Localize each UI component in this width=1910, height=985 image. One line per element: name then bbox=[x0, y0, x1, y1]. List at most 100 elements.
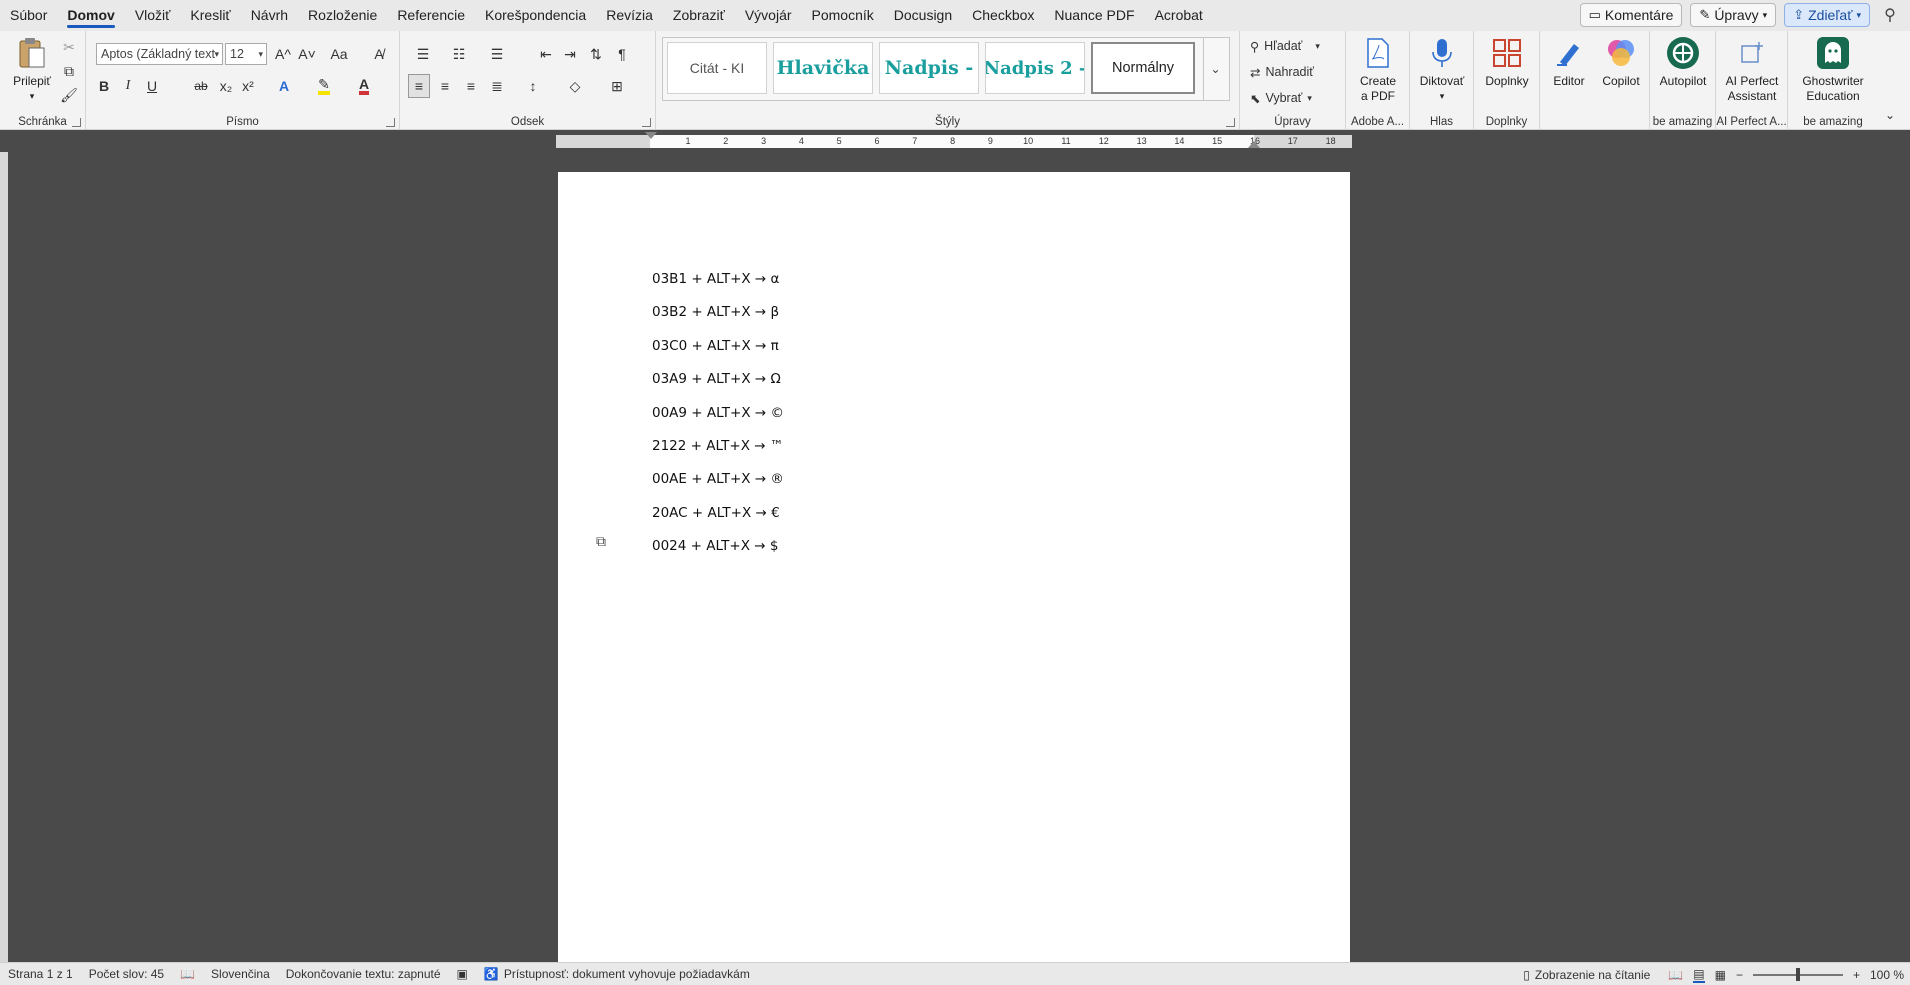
change-case-button[interactable]: Aa bbox=[324, 42, 354, 66]
edits-button[interactable]: ✎ Úpravy ▾ bbox=[1690, 3, 1777, 27]
align-left-icon[interactable]: ≡ bbox=[408, 74, 430, 98]
font-size-combo[interactable]: 12 ▾ bbox=[225, 43, 267, 65]
read-mode-icon[interactable]: 📖 bbox=[1668, 968, 1683, 982]
menu-item-0[interactable]: Súbor bbox=[0, 0, 57, 31]
menu-item-5[interactable]: Rozloženie bbox=[298, 0, 387, 31]
word-count[interactable]: Počet slov: 45 bbox=[81, 967, 172, 981]
addins-button[interactable]: Doplnky bbox=[1479, 35, 1535, 89]
menu-item-10[interactable]: Vývojár bbox=[735, 0, 802, 31]
menu-item-8[interactable]: Revízia bbox=[596, 0, 663, 31]
zoom-out-icon[interactable]: − bbox=[1736, 968, 1743, 982]
menu-item-11[interactable]: Pomocník bbox=[802, 0, 884, 31]
right-indent-marker-icon[interactable] bbox=[1248, 141, 1260, 148]
superscript-button[interactable]: x² bbox=[238, 74, 258, 98]
ai-perfect-button[interactable]: AI Perfect Assistant bbox=[1720, 35, 1784, 104]
menu-item-6[interactable]: Referencie bbox=[387, 0, 475, 31]
paragraph-options-icon[interactable]: ⧉ bbox=[596, 533, 606, 550]
style-tile-quote[interactable]: Citát - KI bbox=[667, 42, 767, 94]
shrink-font-button[interactable]: A˅ bbox=[296, 42, 318, 66]
strikethrough-button[interactable]: ab bbox=[190, 74, 212, 98]
highlight-color-icon[interactable]: ✎ bbox=[312, 74, 336, 98]
indent-marker-icon[interactable] bbox=[645, 132, 657, 139]
dictate-button[interactable]: Diktovať ▾ bbox=[1414, 35, 1470, 104]
multilevel-list-icon[interactable]: ☰ bbox=[482, 42, 512, 66]
paragraph-launcher-icon[interactable] bbox=[642, 118, 651, 127]
underline-button[interactable]: U bbox=[142, 74, 162, 98]
comments-button[interactable]: ▭ Komentáre bbox=[1579, 3, 1683, 27]
text-predictions[interactable]: Dokončovanie textu: zapnuté bbox=[278, 967, 449, 981]
align-center-icon[interactable]: ≡ bbox=[434, 74, 456, 98]
horizontal-ruler[interactable]: 1 2 3 4 5 6 7 8 9 10 11 12 13 14 15 16 17 18 bbox=[556, 132, 1352, 148]
font-launcher-icon[interactable] bbox=[386, 118, 395, 127]
menu-item-7[interactable]: Korešpondencia bbox=[475, 0, 596, 31]
copy-icon[interactable]: ⧉ bbox=[60, 59, 78, 83]
borders-icon[interactable]: ⊞ bbox=[602, 74, 632, 98]
zoom-level[interactable]: 100 % bbox=[1870, 968, 1904, 982]
grow-font-button[interactable]: A^ bbox=[272, 42, 294, 66]
paste-button[interactable]: Prilepiť ▾ bbox=[8, 35, 56, 104]
font-color-icon[interactable]: A bbox=[352, 74, 376, 98]
document-line[interactable]: 03C0 + ALT+X → π bbox=[652, 338, 779, 354]
sort-icon[interactable]: ⇅ bbox=[586, 42, 606, 66]
zoom-slider[interactable] bbox=[1752, 967, 1843, 981]
zoom-in-icon[interactable]: + bbox=[1853, 968, 1860, 982]
proofing-icon[interactable]: 📖 bbox=[172, 967, 203, 981]
page-count[interactable]: Strana 1 z 1 bbox=[0, 967, 81, 981]
web-layout-icon[interactable]: ▦ bbox=[1715, 968, 1726, 982]
style-tile-heading2[interactable]: Nadpis 2 - bbox=[985, 42, 1085, 94]
show-formatting-icon[interactable]: ¶ bbox=[612, 42, 632, 66]
replace-button[interactable]: ⇄ Nahradiť bbox=[1250, 60, 1340, 84]
editor-button[interactable]: Editor bbox=[1544, 35, 1594, 89]
menu-item-13[interactable]: Checkbox bbox=[962, 0, 1044, 31]
ghostwriter-button[interactable]: Ghostwriter Education bbox=[1796, 35, 1870, 104]
document-line[interactable]: 03B2 + ALT+X → β bbox=[652, 304, 779, 320]
clear-formatting-icon[interactable]: A̸ bbox=[368, 42, 390, 66]
document-line[interactable]: 2122 + ALT+X → ™ bbox=[652, 438, 783, 454]
collapse-ribbon-icon[interactable]: ⌄ bbox=[1880, 103, 1900, 127]
align-right-icon[interactable]: ≡ bbox=[460, 74, 482, 98]
document-line[interactable]: 00AE + ALT+X → ® bbox=[652, 471, 784, 487]
menu-item-4[interactable]: Návrh bbox=[241, 0, 298, 31]
format-painter-icon[interactable]: 🖌 bbox=[60, 83, 78, 107]
share-button[interactable]: ⇪ Zdieľať ▾ bbox=[1784, 3, 1870, 27]
style-tile-header[interactable]: Hlavička bbox=[773, 42, 873, 94]
vertical-ruler[interactable] bbox=[0, 152, 8, 962]
justify-icon[interactable]: ≣ bbox=[486, 74, 508, 98]
menu-item-15[interactable]: Acrobat bbox=[1145, 0, 1213, 31]
document-line[interactable]: 20AC + ALT+X → € bbox=[652, 505, 780, 521]
find-button[interactable]: ⚲ Hľadať ▾ bbox=[1250, 34, 1340, 58]
create-pdf-button[interactable]: Create a PDF bbox=[1350, 35, 1406, 104]
text-effects-icon[interactable]: A bbox=[272, 74, 296, 98]
style-tile-heading1[interactable]: Nadpis - bbox=[879, 42, 979, 94]
autopilot-button[interactable]: Autopilot bbox=[1653, 35, 1713, 89]
decrease-indent-icon[interactable]: ⇤ bbox=[536, 42, 556, 66]
cut-icon[interactable]: ✂ bbox=[60, 35, 78, 59]
reading-mode-button[interactable]: ▯ Zobrazenie na čítanie bbox=[1515, 968, 1658, 982]
copilot-button[interactable]: Copilot bbox=[1596, 35, 1646, 89]
bold-button[interactable]: B bbox=[94, 74, 114, 98]
menu-item-2[interactable]: Vložiť bbox=[125, 0, 181, 31]
print-layout-icon[interactable]: ▤ bbox=[1693, 967, 1705, 983]
style-tile-normal[interactable]: Normálny bbox=[1091, 42, 1195, 94]
accessibility-status[interactable]: ♿ Prístupnosť: dokument vyhovuje požiada… bbox=[476, 967, 758, 981]
shading-icon[interactable]: ◇ bbox=[560, 74, 590, 98]
styles-launcher-icon[interactable] bbox=[1226, 118, 1235, 127]
language[interactable]: Slovenčina bbox=[203, 967, 278, 981]
line-spacing-icon[interactable]: ↕ bbox=[518, 74, 548, 98]
styles-more-icon[interactable]: ⌄ bbox=[1203, 37, 1227, 101]
bullets-icon[interactable]: ☰ bbox=[408, 42, 438, 66]
menu-item-3[interactable]: Kresliť bbox=[180, 0, 240, 31]
document-line[interactable]: 00A9 + ALT+X → © bbox=[652, 405, 784, 421]
menu-item-9[interactable]: Zobraziť bbox=[663, 0, 735, 31]
clipboard-launcher-icon[interactable] bbox=[72, 118, 81, 127]
menu-item-12[interactable]: Docusign bbox=[884, 0, 962, 31]
document-line[interactable]: 03A9 + ALT+X → Ω bbox=[652, 371, 781, 387]
menu-item-1[interactable]: Domov bbox=[57, 0, 124, 31]
increase-indent-icon[interactable]: ⇥ bbox=[560, 42, 580, 66]
focus-icon[interactable]: ▣ bbox=[449, 967, 476, 981]
document-line[interactable]: 03B1 + ALT+X → α bbox=[652, 271, 779, 287]
document-line[interactable]: 0024 + ALT+X → $ bbox=[652, 538, 778, 554]
menu-item-14[interactable]: Nuance PDF bbox=[1044, 0, 1144, 31]
zoom-slider-thumb[interactable] bbox=[1795, 967, 1800, 981]
italic-button[interactable]: I bbox=[118, 74, 138, 98]
